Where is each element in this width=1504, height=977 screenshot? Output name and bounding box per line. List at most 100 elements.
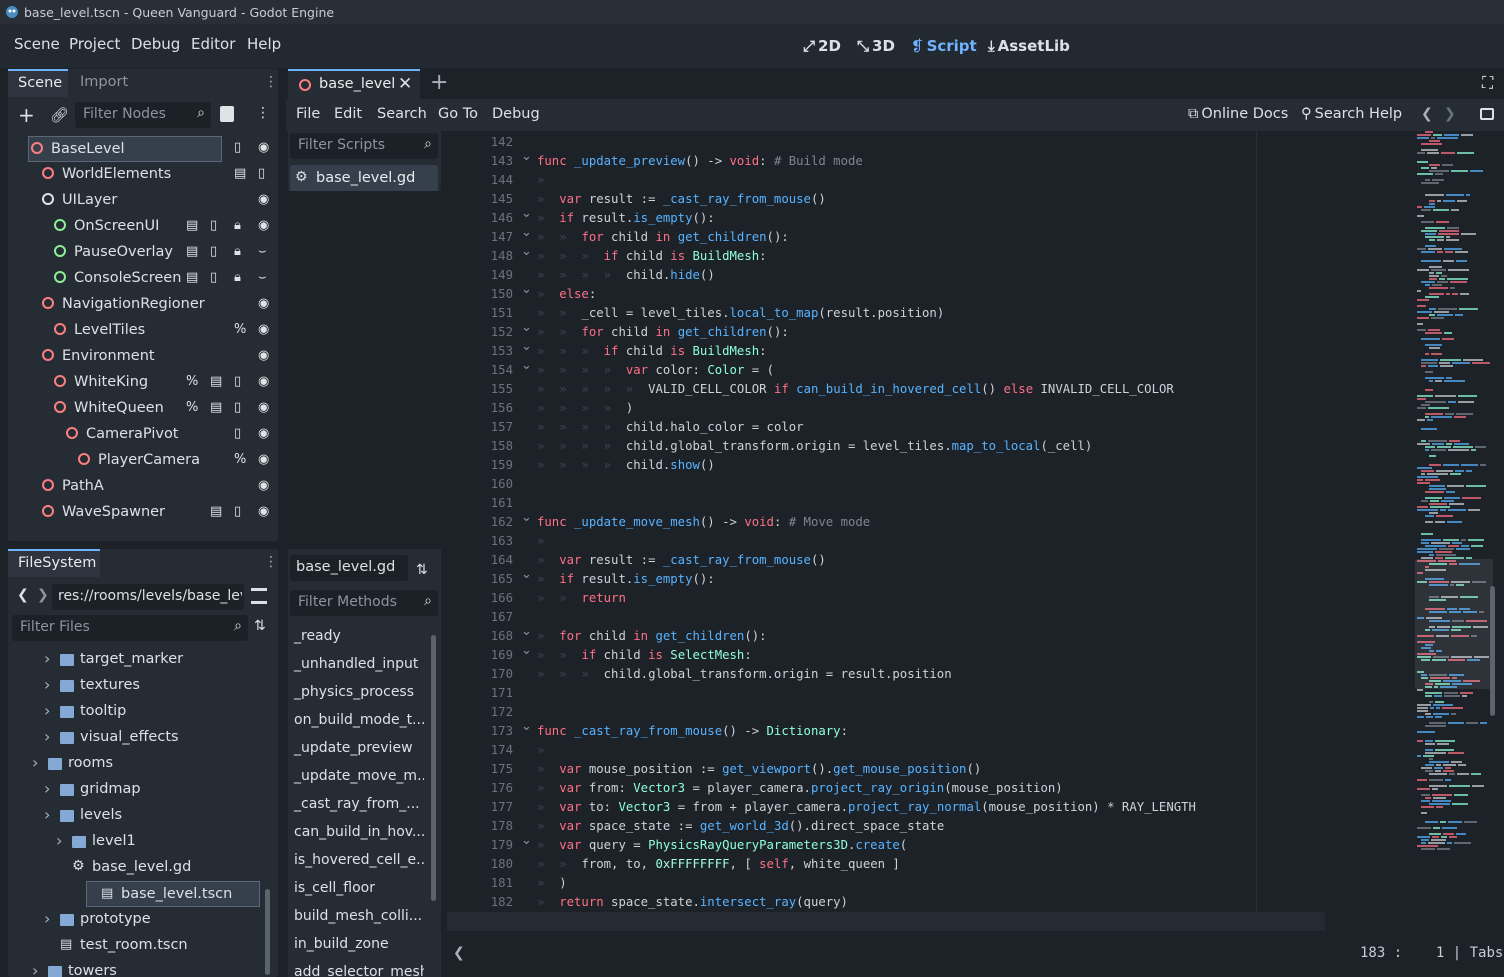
expand-icon[interactable]: ›: [44, 909, 50, 928]
scene-node-whiteking[interactable]: WhiteKing: [8, 370, 272, 396]
clapper-icon[interactable]: ▤: [186, 218, 198, 233]
eye-icon[interactable]: ◉: [258, 426, 269, 441]
expand-icon[interactable]: ›: [56, 831, 62, 850]
fold-arrow-icon[interactable]: ⌄: [521, 643, 532, 658]
workspace-2d-button[interactable]: ⤢ 2D: [803, 37, 841, 55]
fold-arrow-icon[interactable]: ⌄: [521, 206, 532, 221]
dock-menu-icon[interactable]: ⋮: [264, 554, 278, 570]
method-item[interactable]: _unhandled_input: [288, 651, 424, 679]
fold-arrow-icon[interactable]: ⌄: [521, 624, 532, 639]
sort-icon[interactable]: ⇅: [416, 562, 428, 578]
forward-icon[interactable]: ❯: [37, 587, 49, 603]
file-item-prototype[interactable]: › prototype: [8, 907, 263, 933]
scene-node-navigationregioner[interactable]: NavigationRegioner: [8, 292, 272, 318]
fold-arrow-icon[interactable]: ⌄: [521, 510, 532, 525]
clapper-icon[interactable]: ▤: [210, 374, 222, 389]
percent-icon[interactable]: %: [186, 400, 198, 415]
file-item-towers[interactable]: › towers: [8, 959, 263, 977]
file-item-test-room-tscn[interactable]: ▤ test_room.tscn: [8, 933, 263, 959]
percent-icon[interactable]: %: [234, 322, 246, 337]
scene-node-whitequeen[interactable]: WhiteQueen: [8, 396, 272, 422]
fold-arrow-icon[interactable]: ⌄: [521, 567, 532, 582]
history-forward-icon[interactable]: ❯: [1444, 106, 1456, 122]
path-field[interactable]: res://rooms/levels/base_lev: [52, 584, 244, 610]
clapper-icon[interactable]: ▤: [186, 270, 198, 285]
menu-help[interactable]: Help: [247, 35, 281, 53]
scene-node-pauseoverlay[interactable]: PauseOverlay: [8, 240, 272, 266]
code-scrollbar[interactable]: [1490, 586, 1495, 716]
script-menu-goto[interactable]: Go To: [438, 106, 478, 122]
distraction-free-icon[interactable]: ⛶: [1482, 73, 1493, 93]
add-node-icon[interactable]: +: [18, 103, 35, 127]
tab-scene[interactable]: Scene: [8, 69, 68, 97]
eye-icon[interactable]: ◉: [258, 322, 269, 337]
add-tab-icon[interactable]: +: [430, 70, 448, 95]
expand-icon[interactable]: ›: [44, 649, 50, 668]
expand-icon[interactable]: ›: [44, 805, 50, 824]
scene-node-leveltiles[interactable]: LevelTiles: [8, 318, 272, 344]
float-window-icon[interactable]: [1480, 108, 1494, 120]
scene-node-wavespawner[interactable]: WaveSpawner: [8, 500, 272, 526]
file-item-tooltip[interactable]: › tooltip: [8, 699, 263, 725]
scene-tab[interactable]: base_level ✕: [288, 69, 420, 99]
eye-icon[interactable]: ◉: [258, 218, 269, 233]
script-icon[interactable]: ▯: [258, 166, 265, 181]
history-back-icon[interactable]: ❮: [1421, 106, 1433, 122]
method-item[interactable]: build_mesh_colli...: [288, 903, 424, 931]
lock-icon[interactable]: 🔒︎: [234, 244, 241, 259]
script-item[interactable]: ⚙ base_level.gd: [290, 165, 438, 193]
fold-arrow-icon[interactable]: ⌄: [521, 149, 532, 164]
expand-icon[interactable]: ›: [44, 779, 50, 798]
close-tab-icon[interactable]: ✕: [398, 74, 412, 94]
online-docs-button[interactable]: ⧉ Online Docs: [1188, 106, 1288, 122]
eye-icon[interactable]: ◉: [258, 478, 269, 493]
search-help-button[interactable]: ⚲ Search Help: [1301, 106, 1402, 122]
link-icon[interactable]: 🔗︎: [50, 106, 69, 124]
expand-icon[interactable]: ›: [32, 753, 38, 772]
file-item-base-level-gd[interactable]: ⚙ base_level.gd: [8, 855, 263, 881]
file-item-textures[interactable]: › textures: [8, 673, 263, 699]
file-item-target-marker[interactable]: › target_marker: [8, 647, 263, 673]
clapper-icon[interactable]: ▤: [210, 400, 222, 415]
expand-icon[interactable]: ›: [44, 701, 50, 720]
code-area[interactable]: 142 143 ⌄ func _update_preview() -> void: #…: [447, 131, 1415, 931]
method-item[interactable]: can_build_in_hov...: [288, 819, 424, 847]
eye-icon[interactable]: ◉: [258, 400, 269, 415]
method-item[interactable]: _physics_process: [288, 679, 424, 707]
scene-node-environment[interactable]: Environment: [8, 344, 272, 370]
workspace-3d-button[interactable]: ⤡ 3D: [857, 37, 895, 55]
scene-node-baselevel[interactable]: BaseLevel: [28, 136, 222, 162]
menu-editor[interactable]: Editor: [191, 35, 235, 53]
expand-icon[interactable]: ›: [32, 961, 38, 977]
dock-menu-icon[interactable]: ⋮: [264, 74, 278, 90]
file-item-visual-effects[interactable]: › visual_effects: [8, 725, 263, 751]
method-item[interactable]: is_cell_floor: [288, 875, 424, 903]
method-item[interactable]: add_selector_mesh: [288, 959, 424, 977]
sort-icon[interactable]: ⇅: [254, 618, 266, 634]
fold-arrow-icon[interactable]: ⌄: [521, 225, 532, 240]
attach-script-icon[interactable]: [220, 106, 234, 122]
filter-methods-input[interactable]: Filter Methods ⌕: [290, 590, 438, 616]
file-item-levels[interactable]: › levels: [8, 803, 263, 829]
file-item-gridmap[interactable]: › gridmap: [8, 777, 263, 803]
expand-icon[interactable]: ›: [44, 675, 50, 694]
eye-icon[interactable]: ◉: [258, 504, 269, 519]
script-icon[interactable]: ▯: [234, 374, 241, 389]
workspace-script-button[interactable]: ❡ Script: [911, 37, 977, 55]
back-icon[interactable]: ❮: [17, 587, 29, 603]
method-item[interactable]: _update_move_m...: [288, 763, 424, 791]
eye-closed-icon[interactable]: ⌣: [258, 244, 267, 259]
clapper-icon[interactable]: ▤: [210, 504, 222, 519]
filter-nodes-input[interactable]: Filter Nodes ⌕: [75, 102, 211, 128]
script-icon[interactable]: ▯: [210, 218, 217, 233]
percent-icon[interactable]: %: [186, 374, 198, 389]
scene-node-camerapivot[interactable]: CameraPivot: [8, 422, 272, 448]
expand-icon[interactable]: ›: [44, 727, 50, 746]
scene-node-uilayer[interactable]: UILayer: [8, 188, 272, 214]
workspace-assetlib-button[interactable]: ⤓ AssetLib: [988, 37, 1070, 55]
code-editor[interactable]: 142 143 ⌄ func _update_preview() -> void: #…: [447, 131, 1504, 931]
scene-node-playercamera[interactable]: PlayerCamera: [8, 448, 272, 474]
scene-node-patha[interactable]: PathA: [8, 474, 272, 500]
fold-arrow-icon[interactable]: ⌄: [521, 339, 532, 354]
clapper-icon[interactable]: ▤: [186, 244, 198, 259]
